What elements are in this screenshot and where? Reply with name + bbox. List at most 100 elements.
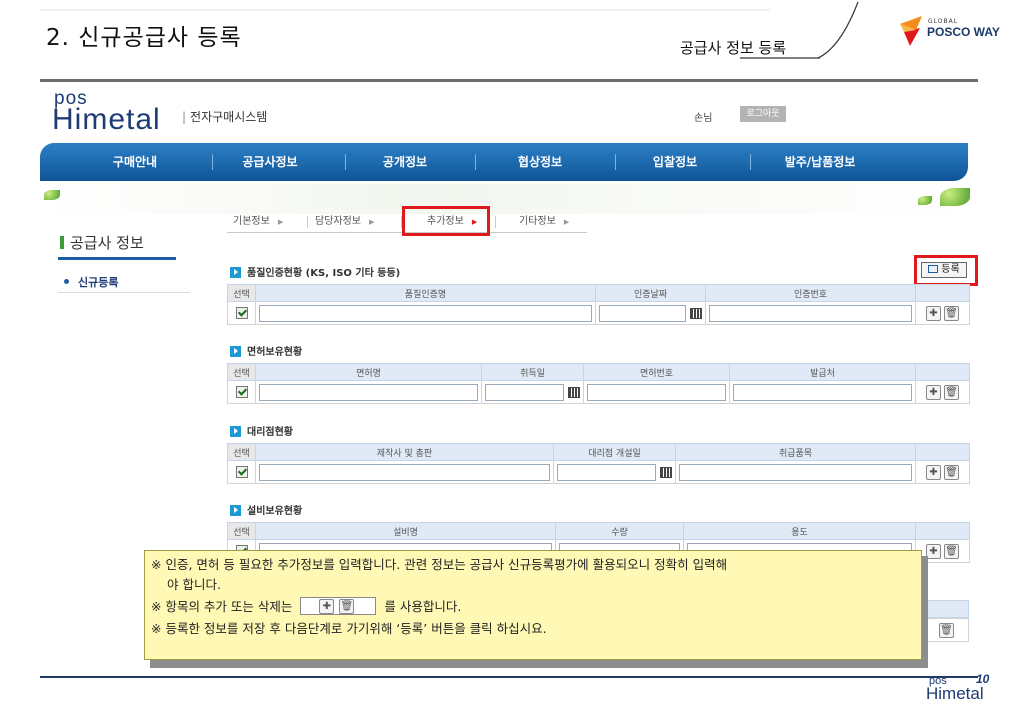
logout-button[interactable]: 로그아웃 [740, 106, 786, 122]
column-header: 선택 [227, 284, 256, 302]
logo-posco-way-text: POSCO WAY [927, 25, 1000, 39]
column-header: 선택 [227, 363, 256, 381]
section-arrow-icon [230, 346, 241, 357]
delete-row-button[interactable]: 🗑 [944, 464, 959, 480]
nav-item-bid-info[interactable]: 입찰정보 [625, 143, 725, 181]
trash-icon: 🗑 [339, 599, 355, 614]
column-header: 수량 [555, 522, 684, 540]
posco-logo-icon [900, 16, 922, 46]
section-title-text: 품질인증현황 (KS, ISO 기타 등등) [247, 268, 401, 279]
license-table: 선택 면허명 취득일 면허번호 발급처 ✚ 🗑 [227, 363, 970, 404]
note-line-1-continued: 야 합니다. [167, 577, 221, 592]
issuer-input[interactable] [733, 383, 912, 401]
step-tab-other-info[interactable]: 기타정보 ▶ [519, 211, 569, 233]
delete-row-button[interactable]: 🗑 [944, 384, 959, 400]
side-menu-title: 공급사 정보 [60, 232, 144, 253]
column-header: 대리점 개설일 [553, 443, 676, 461]
add-row-button[interactable]: ✚ [926, 305, 941, 321]
add-row-button[interactable]: ✚ [926, 464, 941, 480]
highlight-register-button [914, 255, 978, 286]
nav-separator [345, 154, 346, 170]
row-select-checkbox[interactable] [235, 307, 248, 319]
agency-table: 선택 제작사 및 총판 대리점 개설일 취급품목 ✚ 🗑 [227, 443, 970, 484]
column-header: 선택 [227, 443, 256, 461]
slide-subtitle: 공급사 정보 등록 [680, 39, 787, 57]
manufacturer-input[interactable] [259, 463, 550, 481]
hidden-table-row: 🗑 [922, 618, 969, 642]
section-title-text: 설비보유현황 [247, 506, 303, 517]
column-header: 인증번호 [705, 284, 916, 302]
section-title-text: 대리점현황 [247, 427, 293, 438]
bottom-divider [40, 676, 978, 678]
leaf-decoration [44, 190, 60, 200]
license-number-input[interactable] [587, 383, 726, 401]
nav-item-public-info[interactable]: 공개정보 [355, 143, 455, 181]
instruction-note: ※ 인증, 면허 등 필요한 추가정보를 입력합니다. 관련 정보는 공급사 신… [144, 550, 922, 660]
table-row: ✚ 🗑 [227, 460, 970, 484]
system-name: | 전자구매시스템 [182, 110, 268, 124]
brand-himetal-text: Himetal [52, 103, 161, 136]
side-menu-title-text: 공급사 정보 [70, 234, 144, 252]
add-row-button[interactable]: ✚ [926, 543, 941, 559]
column-header: 선택 [227, 522, 256, 540]
leaf-decoration [940, 188, 970, 206]
section-title-agency: 대리점현황 [230, 423, 293, 438]
section-title-quality-certification: 품질인증현황 (KS, ISO 기타 등등) [230, 264, 400, 279]
calendar-icon[interactable] [690, 307, 702, 319]
step-separator [495, 216, 496, 228]
license-name-input[interactable] [259, 383, 478, 401]
add-row-button[interactable]: ✚ [926, 384, 941, 400]
step-tab-basic-info[interactable]: 기본정보 ▶ [233, 211, 283, 233]
table-header-row: 선택 제작사 및 총판 대리점 개설일 취급품목 [227, 443, 970, 461]
column-header: 설비명 [255, 522, 556, 540]
certification-name-input[interactable] [259, 304, 592, 322]
system-name-label: 전자구매시스템 [190, 110, 268, 124]
arrow-right-icon: ▶ [369, 218, 375, 226]
agency-open-date-input[interactable] [557, 463, 656, 481]
calendar-icon[interactable] [568, 386, 580, 398]
bullet-icon [64, 279, 69, 284]
section-title-license: 면허보유현황 [230, 343, 302, 358]
column-header [915, 363, 970, 381]
side-menu-divider [58, 292, 190, 293]
certification-number-input[interactable] [709, 304, 912, 322]
delete-row-button[interactable]: 🗑 [944, 305, 959, 321]
certification-date-input[interactable] [599, 304, 686, 322]
note-line-2-prefix: ※ 항목의 추가 또는 삭제는 [151, 599, 293, 614]
main-navigation: 구매안내 공급사정보 공개정보 협상정보 입찰정보 발주/납품정보 [40, 143, 968, 181]
column-header: 용도 [683, 522, 916, 540]
row-select-checkbox[interactable] [235, 386, 248, 398]
column-header: 면허번호 [583, 363, 730, 381]
step-tab-contact-info[interactable]: 담당자정보 ▶ [315, 211, 374, 233]
delete-row-button[interactable]: 🗑 [944, 543, 959, 559]
column-header: 품질인증명 [255, 284, 596, 302]
footer-logo-himetal: Himetal [926, 684, 984, 703]
table-header-row: 선택 면허명 취득일 면허번호 발급처 [227, 363, 970, 381]
nav-separator [212, 154, 213, 170]
plus-icon: ✚ [319, 599, 335, 614]
column-header: 취득일 [481, 363, 584, 381]
column-header: 취급품목 [675, 443, 916, 461]
column-header [915, 443, 970, 461]
side-menu-item-new-registration[interactable]: 신규등록 [64, 274, 118, 290]
nav-separator [615, 154, 616, 170]
row-select-checkbox[interactable] [235, 466, 248, 478]
table-row: ✚ 🗑 [227, 380, 970, 404]
step-label: 기타정보 [519, 216, 556, 227]
delete-row-button[interactable]: 🗑 [939, 623, 954, 638]
nav-item-supplier-info[interactable]: 공급사정보 [220, 143, 320, 181]
acquisition-date-input[interactable] [485, 383, 564, 401]
step-label: 담당자정보 [315, 216, 361, 227]
calendar-icon[interactable] [660, 466, 672, 478]
column-header [915, 522, 970, 540]
section-title-equipment: 설비보유현황 [230, 502, 302, 517]
nav-item-negotiation-info[interactable]: 협상정보 [485, 143, 595, 181]
nav-item-order-delivery-info[interactable]: 발주/납품정보 [760, 143, 880, 181]
note-line-3: ※ 등록한 정보를 저장 후 다음단계로 가기위해 ‘등록’ 버튼을 클릭 하십… [151, 621, 547, 636]
column-header: 발급처 [729, 363, 916, 381]
nav-item-purchase-guide[interactable]: 구매안내 [80, 143, 190, 181]
title-marker-icon [60, 236, 64, 249]
handled-items-input[interactable] [679, 463, 912, 481]
table-header-row: 선택 품질인증명 인증날짜 인증번호 [227, 284, 970, 302]
brand-logo[interactable]: pos Himetal [52, 88, 182, 140]
